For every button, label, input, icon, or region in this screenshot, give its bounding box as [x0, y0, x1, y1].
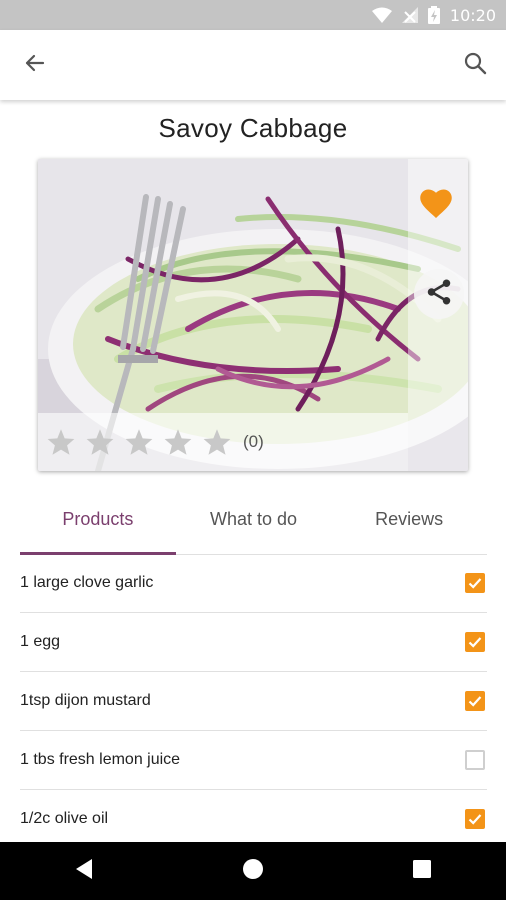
checkmark-icon [468, 814, 482, 825]
status-bar: 10:20 [0, 0, 506, 30]
star-icon[interactable] [161, 427, 195, 457]
back-triangle-icon [74, 858, 94, 885]
signal-icon [401, 7, 418, 23]
ingredient-list: 1 large clove garlic 1 egg 1tsp dijon mu… [20, 554, 487, 849]
nav-recents-button[interactable] [392, 842, 452, 900]
tab-what-to-do[interactable]: What to do [176, 492, 332, 554]
back-button[interactable] [18, 50, 52, 80]
checkmark-icon [468, 637, 482, 648]
star-icon[interactable] [83, 427, 117, 457]
tab-reviews[interactable]: Reviews [331, 492, 487, 554]
ingredient-label: 1 egg [20, 633, 61, 650]
ingredient-label: 1tsp dijon mustard [20, 692, 151, 709]
ingredient-row: 1 large clove garlic [20, 554, 487, 613]
ingredient-checkbox[interactable] [465, 573, 485, 593]
page-title: Savoy Cabbage [158, 113, 348, 143]
star-icon[interactable] [200, 427, 234, 457]
rating-bar: (0) [38, 413, 408, 471]
nav-home-button[interactable] [223, 842, 283, 900]
ingredient-label: 1 tbs fresh lemon juice [20, 751, 181, 768]
rating-count: (0) [243, 432, 264, 451]
nav-back-button[interactable] [54, 842, 114, 900]
ingredient-row: 1/2c olive oil [20, 790, 487, 849]
ingredient-label: 1 large clove garlic [20, 574, 154, 591]
ingredient-row: 1tsp dijon mustard [20, 672, 487, 731]
ingredient-row: 1 tbs fresh lemon juice [20, 731, 487, 790]
recipe-image: (0) [38, 159, 468, 471]
recents-square-icon [412, 859, 432, 884]
ingredient-checkbox[interactable] [465, 691, 485, 711]
tab-products[interactable]: Products [20, 492, 176, 555]
ingredient-checkbox[interactable] [465, 809, 485, 829]
share-icon [424, 277, 454, 312]
home-circle-icon [242, 858, 264, 885]
ingredient-checkbox[interactable] [465, 750, 485, 770]
status-time: 10:20 [449, 5, 496, 25]
battery-icon [427, 6, 440, 24]
recipe-tabs: Products What to do Reviews [20, 492, 487, 555]
ingredient-checkbox[interactable] [465, 632, 485, 652]
star-icon[interactable] [122, 427, 156, 457]
wifi-icon [371, 7, 392, 23]
search-button[interactable] [458, 48, 492, 82]
app-bar [0, 30, 506, 100]
share-button[interactable] [414, 269, 464, 319]
heart-icon [418, 186, 454, 225]
checkmark-icon [468, 696, 482, 707]
ingredient-label: 1/2c olive oil [20, 810, 109, 827]
ingredient-row: 1 egg [20, 613, 487, 672]
checkmark-icon [468, 578, 482, 589]
search-icon [463, 51, 487, 80]
system-nav-bar [0, 842, 506, 900]
arrow-back-icon [23, 51, 47, 80]
favorite-button[interactable] [414, 183, 458, 227]
star-icon[interactable] [44, 427, 78, 457]
